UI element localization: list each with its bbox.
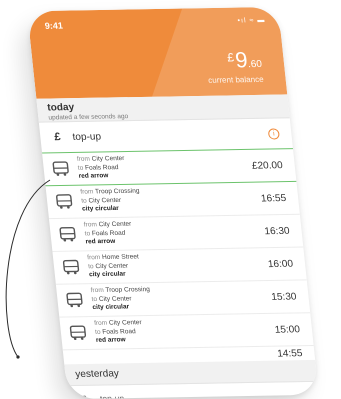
journey-route: from City Center to Foals Road red arrow (83, 219, 265, 247)
from-label: from (80, 188, 94, 196)
from-stop: City Center (91, 155, 125, 163)
to-label: to (84, 230, 91, 238)
to-label: to (87, 262, 94, 270)
balance-label: current balance (207, 74, 265, 85)
balance-header: 9:41 •ıl ≈ ▬ £9.60 current balance (27, 6, 288, 99)
balance-amount: £9.60 (226, 47, 263, 73)
journey-route: from City Center to Foals Road red arrow (77, 153, 254, 181)
section-title-yesterday: yesterday (74, 368, 120, 381)
journey-route: from City Center to Foals Road red arrow (94, 317, 276, 345)
to-label: to (77, 164, 84, 172)
bus-icon (61, 259, 81, 275)
topup-label: top-up (99, 393, 125, 399)
bus-icon (51, 161, 71, 177)
info-icon[interactable]: i (267, 127, 280, 140)
journey-row[interactable]: from Troop Crossing to City Center city ci… (55, 280, 311, 318)
route-name: city circular (88, 270, 127, 279)
journey-route: from Home Street to City Center city circu… (87, 251, 269, 279)
from-label: from (93, 319, 108, 328)
route-name: red arrow (95, 336, 127, 345)
bus-icon (65, 292, 85, 308)
journey-row[interactable]: from City Center to Foals Road red arrow 16… (49, 214, 304, 252)
from-label: from (76, 155, 91, 164)
bus-icon (68, 325, 88, 341)
to-stop: Foals Road (84, 163, 119, 172)
journey-row[interactable]: from Troop Crossing to City Center city ci… (45, 181, 300, 220)
connector-dot (16, 355, 20, 359)
journey-value: 16:30 (263, 225, 291, 237)
journey-value: £20.00 (251, 159, 284, 172)
to-stop: City Center (95, 262, 129, 270)
balance-minor: .60 (247, 58, 263, 71)
phone-screen: 9:41 •ıl ≈ ▬ £9.60 current balance today… (27, 6, 319, 399)
to-stop: City Center (98, 295, 132, 303)
route-name: city circular (81, 205, 120, 213)
status-time: 9:41 (44, 20, 64, 31)
from-stop: City Center (98, 220, 132, 229)
journey-rows: from City Center to Foals Road red arrow £2… (42, 149, 314, 351)
bus-icon (54, 194, 74, 210)
journey-value: 16:55 (260, 192, 287, 204)
to-label: to (80, 197, 88, 205)
to-stop: City Center (88, 196, 122, 205)
to-stop: Foals Road (101, 327, 137, 336)
route-name: red arrow (78, 172, 109, 180)
from-label: from (83, 221, 98, 229)
from-stop: Troop Crossing (105, 286, 151, 295)
journey-row[interactable]: from Home Street to City Center city circu… (52, 247, 307, 285)
journey-route: from Troop Crossing to City Center city ci… (80, 186, 262, 214)
journey-row[interactable]: from City Center to Foals Road red arrow £2… (42, 149, 297, 187)
header-glare (148, 6, 288, 99)
mockup-stage: 9:41 •ıl ≈ ▬ £9.60 current balance today… (0, 0, 341, 399)
from-stop: City Center (108, 319, 143, 327)
from-label: from (86, 254, 101, 262)
pound-icon: £ (81, 393, 88, 399)
from-stop: Troop Crossing (94, 187, 140, 196)
journey-value: 16:00 (267, 258, 294, 270)
to-label: to (91, 295, 98, 303)
from-label: from (90, 287, 105, 295)
journey-route: from Troop Crossing to City Center city ci… (90, 284, 272, 312)
journey-value: 15:30 (270, 291, 298, 303)
route-name: red arrow (85, 238, 116, 246)
journey-row[interactable]: from City Center to Foals Road red arrow 15… (59, 313, 314, 351)
activity-list[interactable]: today updated a few seconds ago £ top-up… (36, 94, 319, 399)
topup-row[interactable]: £ top-up i (38, 118, 294, 154)
status-icons: •ıl ≈ ▬ (237, 17, 266, 25)
to-label: to (94, 328, 101, 336)
to-stop: Foals Road (91, 229, 126, 238)
route-name: city circular (92, 303, 130, 312)
topup-label: top-up (71, 131, 102, 143)
journey-value: 15:00 (274, 323, 301, 336)
connector-curve (5, 179, 51, 358)
from-stop: Home Street (101, 253, 140, 262)
pound-icon: £ (53, 131, 62, 144)
bus-icon (58, 226, 78, 243)
trailing-value: 14:55 (276, 347, 303, 360)
